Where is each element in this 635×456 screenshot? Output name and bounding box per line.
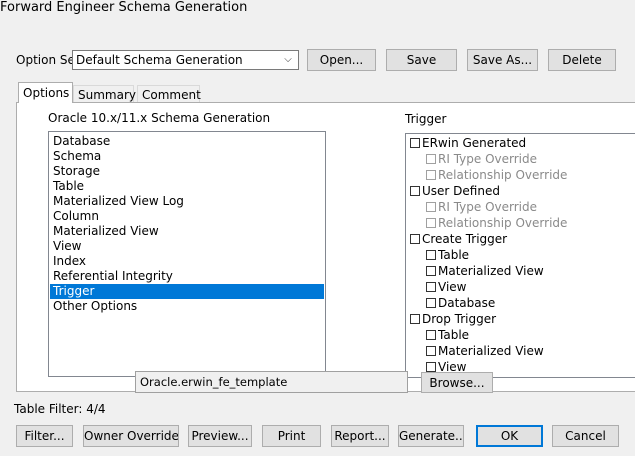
tree-node-label: Table (438, 328, 470, 342)
delete-button[interactable]: Delete (548, 49, 616, 71)
trigger-heading: Trigger (405, 112, 447, 126)
report-button[interactable]: Report... (331, 425, 389, 447)
list-item[interactable]: Column (50, 209, 324, 224)
tree-node-label: Drop Trigger (422, 312, 497, 326)
tree-node-label: View (438, 280, 467, 294)
list-item[interactable]: View (50, 239, 324, 254)
tree-node[interactable]: Database (426, 296, 495, 311)
tree-node-label: RI Type Override (438, 200, 537, 214)
tree-node[interactable]: Table (426, 328, 469, 343)
checkbox[interactable] (410, 234, 420, 244)
tab-comment[interactable]: Comment (137, 85, 201, 103)
browse-button[interactable]: Browse... (421, 372, 493, 393)
open-button[interactable]: Open... (307, 49, 376, 71)
tree-node-label: Relationship Override (438, 216, 568, 230)
print-button[interactable]: Print (262, 425, 321, 447)
checkbox[interactable] (426, 298, 436, 308)
list-item[interactable]: Index (50, 254, 324, 269)
tree-node-label: User Defined (422, 184, 500, 198)
template-path-field[interactable]: Oracle.erwin_fe_template (135, 371, 408, 393)
option-set-select[interactable]: Default Schema Generation ⌵ (72, 50, 299, 70)
generate-button[interactable]: Generate... (398, 425, 464, 447)
tree-node[interactable]: View (426, 280, 466, 295)
list-item[interactable]: Schema (50, 149, 324, 164)
tab-summary[interactable]: Summary (73, 85, 136, 103)
checkbox[interactable] (426, 362, 436, 372)
cancel-button[interactable]: Cancel (552, 425, 619, 447)
tree-node[interactable]: Materialized View (426, 344, 544, 359)
tree-node[interactable]: Table (426, 248, 469, 263)
list-item[interactable]: Materialized View Log (50, 194, 324, 209)
checkbox[interactable] (410, 138, 420, 148)
checkbox[interactable] (426, 282, 436, 292)
tree-node-label: Materialized View (438, 264, 544, 278)
tree-node-label: RI Type Override (438, 152, 537, 166)
tree-node[interactable]: RI Type Override (426, 152, 537, 167)
tree-node-label: Relationship Override (438, 168, 568, 182)
save-button[interactable]: Save (386, 49, 457, 71)
list-item[interactable]: Database (50, 134, 324, 149)
owner-override-button[interactable]: Owner Override... (83, 425, 179, 447)
checkbox[interactable] (410, 186, 420, 196)
window-title: Forward Engineer Schema Generation (0, 0, 248, 15)
tree-node[interactable]: Relationship Override (426, 216, 567, 231)
option-set-value: Default Schema Generation (76, 53, 243, 67)
tree-node-label: Create Trigger (422, 232, 508, 246)
list-item[interactable]: Trigger (50, 284, 324, 299)
ok-button[interactable]: OK (476, 425, 543, 447)
tree-node[interactable]: Drop Trigger (410, 312, 496, 327)
tree-node[interactable]: Materialized View (426, 264, 544, 279)
list-item[interactable]: Materialized View (50, 224, 324, 239)
tree-node-label: ERwin Generated (422, 136, 527, 150)
checkbox[interactable] (426, 346, 436, 356)
save-as-button[interactable]: Save As... (467, 49, 538, 71)
tree-node[interactable]: Relationship Override (426, 168, 567, 183)
object-type-list[interactable]: Database Schema Storage Table Materialized V… (48, 131, 326, 377)
list-item[interactable]: Referential Integrity (50, 269, 324, 284)
checkbox[interactable] (426, 266, 436, 276)
chevron-down-icon[interactable]: ⌵ (281, 51, 295, 69)
checkbox[interactable] (426, 250, 436, 260)
tree-node-label: Materialized View (438, 344, 544, 358)
tree-node[interactable]: ERwin Generated (410, 136, 526, 151)
checkbox[interactable] (426, 202, 436, 212)
tree-node[interactable]: Create Trigger (410, 232, 507, 247)
checkbox[interactable] (426, 170, 436, 180)
preview-button[interactable]: Preview... (188, 425, 252, 447)
tree-node[interactable]: User Defined (410, 184, 500, 199)
schema-generation-heading: Oracle 10.x/11.x Schema Generation (48, 111, 271, 125)
tab-options[interactable]: Options (18, 82, 73, 103)
list-item[interactable]: Storage (50, 164, 324, 179)
checkbox[interactable] (426, 218, 436, 228)
checkbox[interactable] (426, 330, 436, 340)
filter-button[interactable]: Filter... (16, 425, 73, 447)
list-item[interactable]: Table (50, 179, 324, 194)
table-filter-status: Table Filter: 4/4 (14, 402, 106, 416)
tree-node-label: Table (438, 248, 470, 262)
checkbox[interactable] (426, 154, 436, 164)
list-item[interactable]: Other Options (50, 299, 324, 314)
trigger-options-tree[interactable]: ERwin Generated RI Type Override Relations… (405, 133, 635, 378)
checkbox[interactable] (410, 314, 420, 324)
tree-node[interactable]: RI Type Override (426, 200, 537, 215)
tree-node-label: Database (438, 296, 496, 310)
